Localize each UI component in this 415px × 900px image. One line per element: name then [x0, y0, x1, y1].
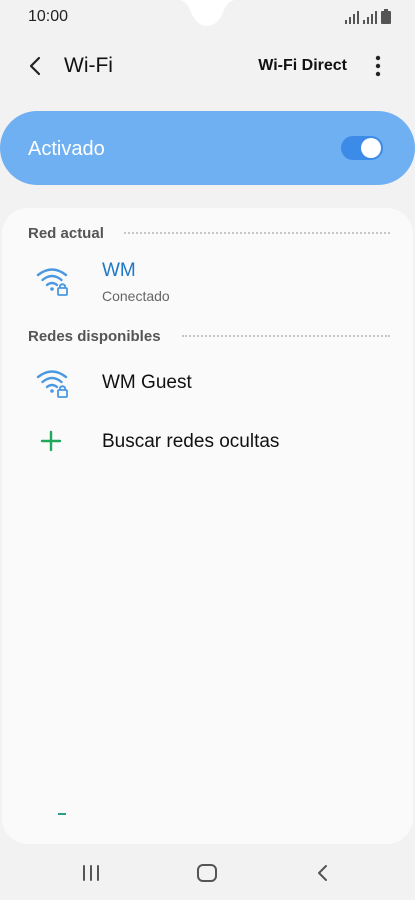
add-hidden-network-label: Buscar redes ocultas: [102, 431, 280, 452]
toggle-knob: [361, 138, 381, 158]
current-network-name: WM: [102, 260, 136, 281]
section-title-available: Redes disponibles: [28, 328, 161, 345]
page-title: Wi-Fi: [64, 54, 113, 77]
back-icon[interactable]: [24, 54, 48, 78]
wifi-locked-icon: [36, 268, 68, 296]
section-title-current: Red actual: [28, 225, 104, 242]
status-icons: [345, 9, 391, 24]
back-icon[interactable]: [310, 860, 336, 886]
master-switch-label: Activado: [28, 138, 105, 160]
signal-icon: [363, 11, 377, 24]
network-list-card: Red actual WM Conectado Redes disponible…: [2, 208, 413, 844]
available-network-name: WM Guest: [102, 372, 192, 393]
system-navbar: [0, 846, 415, 900]
status-bar: 10:00: [0, 0, 415, 36]
camera-notch: [178, 0, 236, 26]
signal-icon: [345, 11, 359, 24]
scroll-indicator: [58, 813, 66, 815]
battery-icon: [381, 9, 391, 24]
app-header: Wi-Fi Wi-Fi Direct: [0, 44, 415, 88]
wifi-locked-icon: [36, 370, 68, 398]
plus-icon: [40, 430, 62, 452]
status-time: 10:00: [28, 8, 69, 25]
wifi-direct-button[interactable]: Wi-Fi Direct: [258, 57, 347, 75]
toggle-switch[interactable]: [341, 136, 383, 160]
current-network-status: Conectado: [102, 288, 170, 304]
wifi-master-switch[interactable]: Activado: [0, 111, 415, 185]
more-vertical-icon[interactable]: [369, 54, 387, 78]
home-icon[interactable]: [194, 860, 220, 886]
section-divider: [124, 232, 390, 234]
section-divider: [182, 335, 390, 337]
recents-icon[interactable]: [78, 860, 104, 886]
